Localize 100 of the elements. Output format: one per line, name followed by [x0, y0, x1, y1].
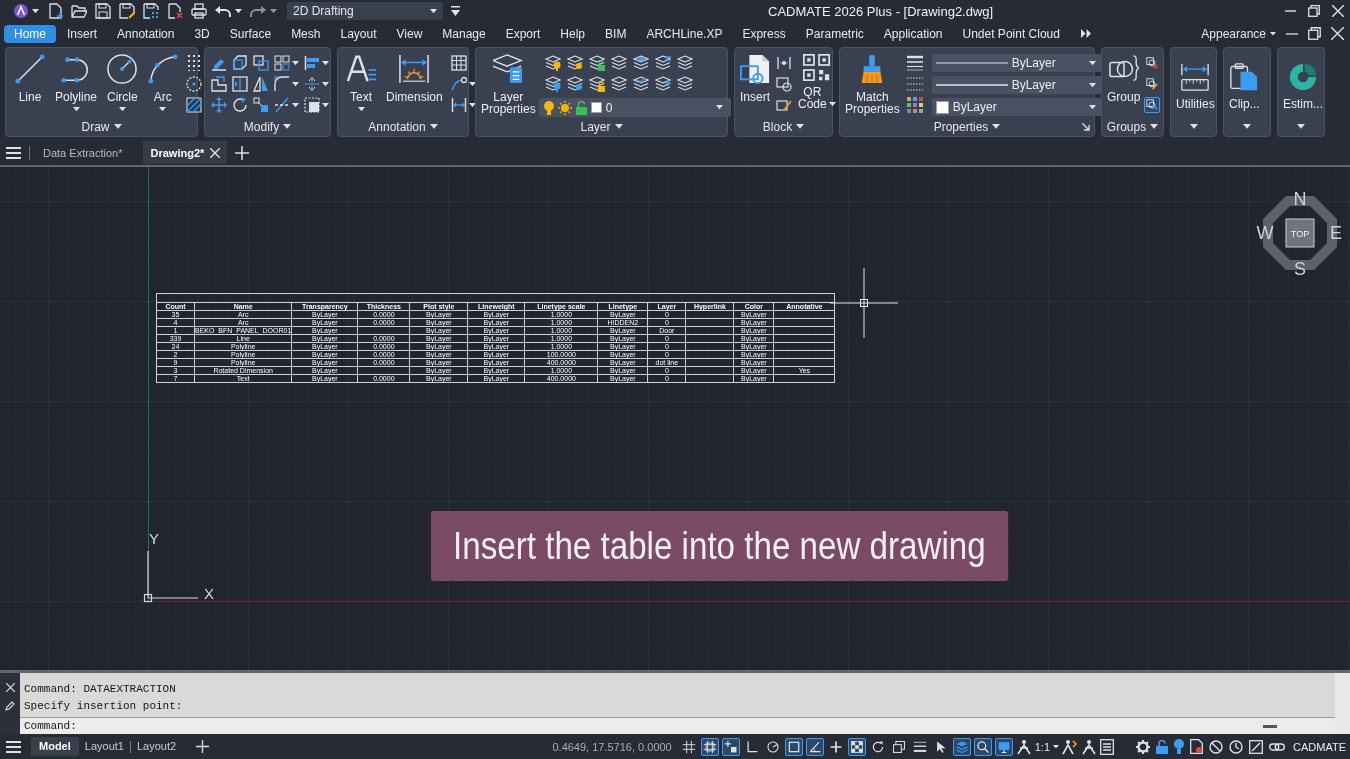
- ribbon-tab[interactable]: Undet Point Cloud: [953, 24, 1069, 43]
- annotation-scale-button[interactable]: 1:1: [1034, 740, 1060, 753]
- ribbon-tab[interactable]: Export: [496, 24, 550, 43]
- panel-title[interactable]: Modify: [243, 119, 280, 134]
- ribbon-tab[interactable]: Mesh: [282, 24, 330, 43]
- caret-icon[interactable]: [32, 8, 39, 14]
- caret-icon[interactable]: [796, 124, 805, 129]
- prohibited-icon[interactable]: [1209, 739, 1224, 754]
- close-icon[interactable]: [1332, 5, 1344, 17]
- menu-icon[interactable]: [6, 740, 21, 753]
- customize-caret-icon[interactable]: [451, 6, 460, 16]
- ribbon-tab[interactable]: Annotation: [108, 24, 184, 43]
- redo-icon[interactable]: [250, 5, 266, 17]
- ribbon-tool-button[interactable]: Polyline: [53, 52, 100, 112]
- link-icon[interactable]: [1269, 740, 1286, 753]
- caret-icon[interactable]: [322, 102, 329, 108]
- layer-lock-icon[interactable]: [588, 55, 605, 71]
- snap-grid-icon[interactable]: [700, 737, 719, 756]
- slash-box-icon[interactable]: [1249, 739, 1264, 754]
- restore-icon[interactable]: [1308, 27, 1321, 40]
- publish-icon[interactable]: [143, 3, 159, 19]
- layer-lightbulb-icon[interactable]: [544, 76, 561, 92]
- view-cube-face[interactable]: TOP: [1285, 218, 1315, 248]
- caret-icon[interactable]: [322, 81, 329, 87]
- print-icon[interactable]: [191, 3, 207, 19]
- caret-icon[interactable]: [1243, 124, 1251, 129]
- ribbon-tab[interactable]: Insert: [58, 24, 107, 43]
- workspace-label[interactable]: CADMATE: [1293, 740, 1350, 753]
- ribbon-tool-button[interactable]: Insert: [738, 52, 772, 103]
- caret-icon[interactable]: [235, 8, 242, 14]
- group-select-icon[interactable]: [1144, 97, 1161, 113]
- panel-title[interactable]: Layer: [580, 119, 611, 134]
- color-grid-icon[interactable]: [906, 97, 923, 113]
- offset-icon[interactable]: [304, 97, 320, 113]
- caret-icon[interactable]: [429, 124, 438, 129]
- layer-check-icon[interactable]: [632, 76, 649, 92]
- bulb-icon[interactable]: [1174, 739, 1185, 754]
- ribbon-tool-button[interactable]: Match Properties: [843, 52, 902, 115]
- mirror-box-icon[interactable]: [232, 76, 248, 92]
- document-tab[interactable]: Drawing2*: [143, 141, 228, 164]
- align-icon[interactable]: [304, 55, 320, 71]
- plus-square-icon[interactable]: [721, 737, 740, 756]
- layer-sun-icon[interactable]: [566, 55, 583, 71]
- block-circle-icon[interactable]: [776, 76, 792, 92]
- caret-icon[interactable]: [614, 124, 623, 129]
- compass-label[interactable]: W: [1256, 223, 1274, 243]
- leader-icon[interactable]: [450, 76, 467, 92]
- checker-icon[interactable]: [847, 737, 866, 756]
- figure-icon[interactable]: [1015, 738, 1032, 755]
- cube-icon[interactable]: [232, 55, 248, 71]
- layer-stack-icon[interactable]: [610, 55, 627, 71]
- new-file-icon[interactable]: [47, 3, 63, 19]
- document-tab[interactable]: Data Extraction*: [36, 141, 130, 164]
- ribbon-tab[interactable]: Express: [733, 24, 795, 43]
- ribbon-tab[interactable]: View: [387, 24, 432, 43]
- layout-tab[interactable]: Layout1: [78, 737, 130, 756]
- save-icon[interactable]: [95, 3, 111, 19]
- copy-icon[interactable]: [253, 55, 269, 71]
- layer-eye-icon[interactable]: [632, 55, 649, 71]
- bracket-arrows-icon[interactable]: [776, 55, 792, 71]
- linear-dimension-icon[interactable]: [450, 97, 467, 113]
- compass-label[interactable]: N: [1293, 189, 1307, 209]
- caret-icon[interactable]: [468, 102, 476, 108]
- clock-icon[interactable]: [1229, 739, 1244, 754]
- group-edit-icon[interactable]: [1144, 76, 1161, 92]
- qr-code-button[interactable]: QR Code: [796, 52, 838, 110]
- lineweight-dropdown[interactable]: ByLayer: [931, 76, 1104, 94]
- ribbon-tab[interactable]: BIM: [596, 24, 636, 43]
- linetype-dropdown[interactable]: ByLayer: [931, 54, 1104, 72]
- linetype-icon[interactable]: [906, 76, 923, 92]
- move-icon[interactable]: [211, 97, 227, 113]
- ribbon-tool-button[interactable]: Text: [344, 52, 378, 112]
- ribbon-tab[interactable]: Surface: [220, 24, 281, 43]
- ribbon-tab[interactable]: Parametric: [796, 24, 873, 43]
- color-dropdown[interactable]: ByLayer: [931, 98, 1104, 116]
- layer-lines-icon[interactable]: [654, 55, 671, 71]
- open-folder-icon[interactable]: [71, 3, 87, 19]
- add-layout-icon[interactable]: [196, 740, 210, 753]
- caret-icon[interactable]: [1189, 124, 1198, 129]
- pencil-icon[interactable]: [5, 701, 15, 711]
- caret-icon[interactable]: [283, 124, 292, 129]
- model-tab[interactable]: Model: [31, 737, 79, 756]
- command-input[interactable]: Command:: [20, 717, 1335, 734]
- array-icon[interactable]: [274, 55, 290, 71]
- undo-icon[interactable]: [215, 5, 231, 17]
- appearance-menu[interactable]: Appearance: [1201, 26, 1276, 41]
- ribbon-tab[interactable]: Help: [551, 24, 595, 43]
- layer-stack-icon[interactable]: [610, 76, 627, 92]
- layer-dropdown[interactable]: 0: [538, 98, 731, 117]
- ribbon-tab[interactable]: Manage: [433, 24, 495, 43]
- lock-icon[interactable]: [1156, 739, 1169, 754]
- panel-title[interactable]: Groups: [1106, 119, 1147, 134]
- monitor-icon[interactable]: [994, 737, 1013, 756]
- list-icon[interactable]: [1100, 738, 1115, 755]
- cross-arrows-icon[interactable]: [304, 76, 320, 92]
- layout-tab[interactable]: Layout2: [130, 737, 183, 756]
- ribbon-tool-button[interactable]: Dimension: [384, 52, 445, 103]
- ribbon-tab[interactable]: ARCHLine.XP: [637, 24, 732, 43]
- caret-icon[interactable]: [1297, 124, 1305, 129]
- close-icon[interactable]: [1331, 27, 1344, 40]
